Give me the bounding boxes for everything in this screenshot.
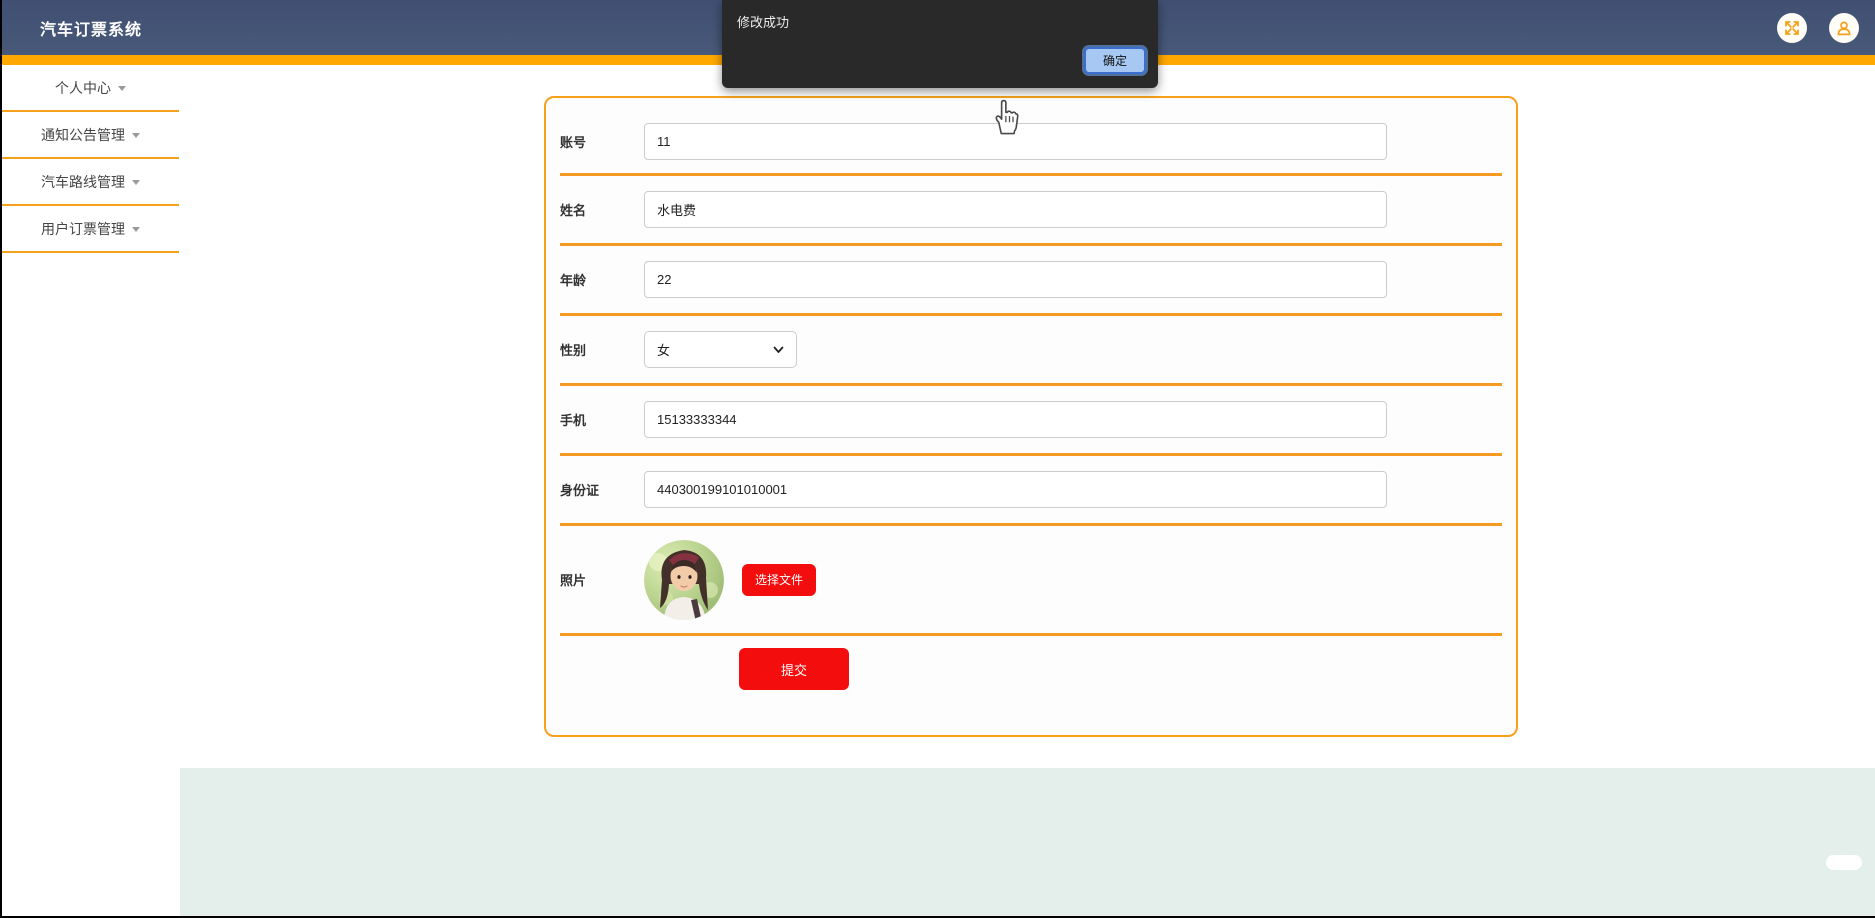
sidebar-item-label: 个人中心 bbox=[55, 79, 111, 96]
account-label: 账号 bbox=[560, 135, 587, 150]
form-row-name: 姓名 bbox=[560, 176, 1502, 246]
form-row-age: 年龄 bbox=[560, 246, 1502, 316]
phone-input[interactable] bbox=[644, 401, 1387, 438]
age-input[interactable] bbox=[644, 261, 1387, 298]
chevron-down-icon bbox=[132, 133, 140, 138]
app-title: 汽车订票系统 bbox=[40, 21, 143, 39]
sidebar-item-route-management[interactable]: 汽车路线管理 bbox=[2, 159, 179, 206]
dialog-message: 修改成功 bbox=[737, 15, 790, 30]
form-row-id-card: 身份证 bbox=[560, 456, 1502, 526]
submit-button[interactable]: 提交 bbox=[739, 648, 849, 690]
choose-file-button[interactable]: 选择文件 bbox=[742, 563, 816, 596]
app-root: 汽车订票系统 个人中心 通知公告管理 汽车路线管理 用户订票管理 账号 11 姓… bbox=[2, 0, 1875, 916]
avatar-photo bbox=[644, 539, 724, 620]
fullscreen-icon bbox=[1785, 20, 1799, 35]
form-row-submit: 提交 bbox=[560, 636, 1502, 734]
gender-select-value: 女 bbox=[657, 343, 671, 358]
chevron-down-icon bbox=[132, 227, 140, 232]
navbar-actions bbox=[1777, 0, 1859, 55]
success-dialog: 修改成功 确定 bbox=[722, 0, 1158, 88]
avatar bbox=[644, 539, 724, 620]
sidebar-item-personal-center[interactable]: 个人中心 bbox=[2, 65, 179, 112]
user-profile-button[interactable] bbox=[1829, 12, 1859, 43]
sidebar-item-label: 用户订票管理 bbox=[41, 220, 125, 237]
form-row-account: 账号 bbox=[560, 110, 1502, 176]
sidebar-item-label: 通知公告管理 bbox=[41, 126, 125, 143]
chevron-down-icon bbox=[773, 346, 784, 353]
scroll-indicator[interactable] bbox=[1826, 855, 1862, 870]
form-row-phone: 手机 bbox=[560, 386, 1502, 456]
form-row-gender: 性别 女 bbox=[560, 316, 1502, 386]
sidebar-item-notice-management[interactable]: 通知公告管理 bbox=[2, 112, 179, 159]
id-card-input[interactable] bbox=[644, 471, 1387, 508]
user-icon bbox=[1837, 21, 1851, 35]
name-input[interactable] bbox=[644, 191, 1387, 228]
confirm-button[interactable]: 确定 bbox=[1084, 47, 1146, 74]
form-row-photo: 照片 选择文件 bbox=[560, 526, 1502, 636]
sidebar-item-label: 汽车路线管理 bbox=[41, 173, 125, 190]
age-label: 年龄 bbox=[560, 273, 587, 288]
fullscreen-button[interactable] bbox=[1777, 12, 1807, 43]
profile-form-card: 账号 姓名 年龄 性别 女 手机 身份证 bbox=[544, 96, 1518, 737]
mouse-cursor bbox=[995, 99, 1019, 135]
sidebar: 个人中心 通知公告管理 汽车路线管理 用户订票管理 bbox=[2, 65, 179, 916]
footer-panel bbox=[180, 768, 1875, 916]
chevron-down-icon bbox=[118, 86, 126, 91]
id-card-label: 身份证 bbox=[560, 483, 600, 498]
phone-label: 手机 bbox=[560, 413, 587, 428]
gender-select[interactable]: 女 bbox=[644, 331, 797, 368]
photo-label: 照片 bbox=[560, 573, 587, 588]
gender-label: 性别 bbox=[560, 343, 587, 358]
sidebar-item-booking-management[interactable]: 用户订票管理 bbox=[2, 206, 179, 253]
chevron-down-icon bbox=[132, 180, 140, 185]
name-label: 姓名 bbox=[560, 203, 587, 218]
